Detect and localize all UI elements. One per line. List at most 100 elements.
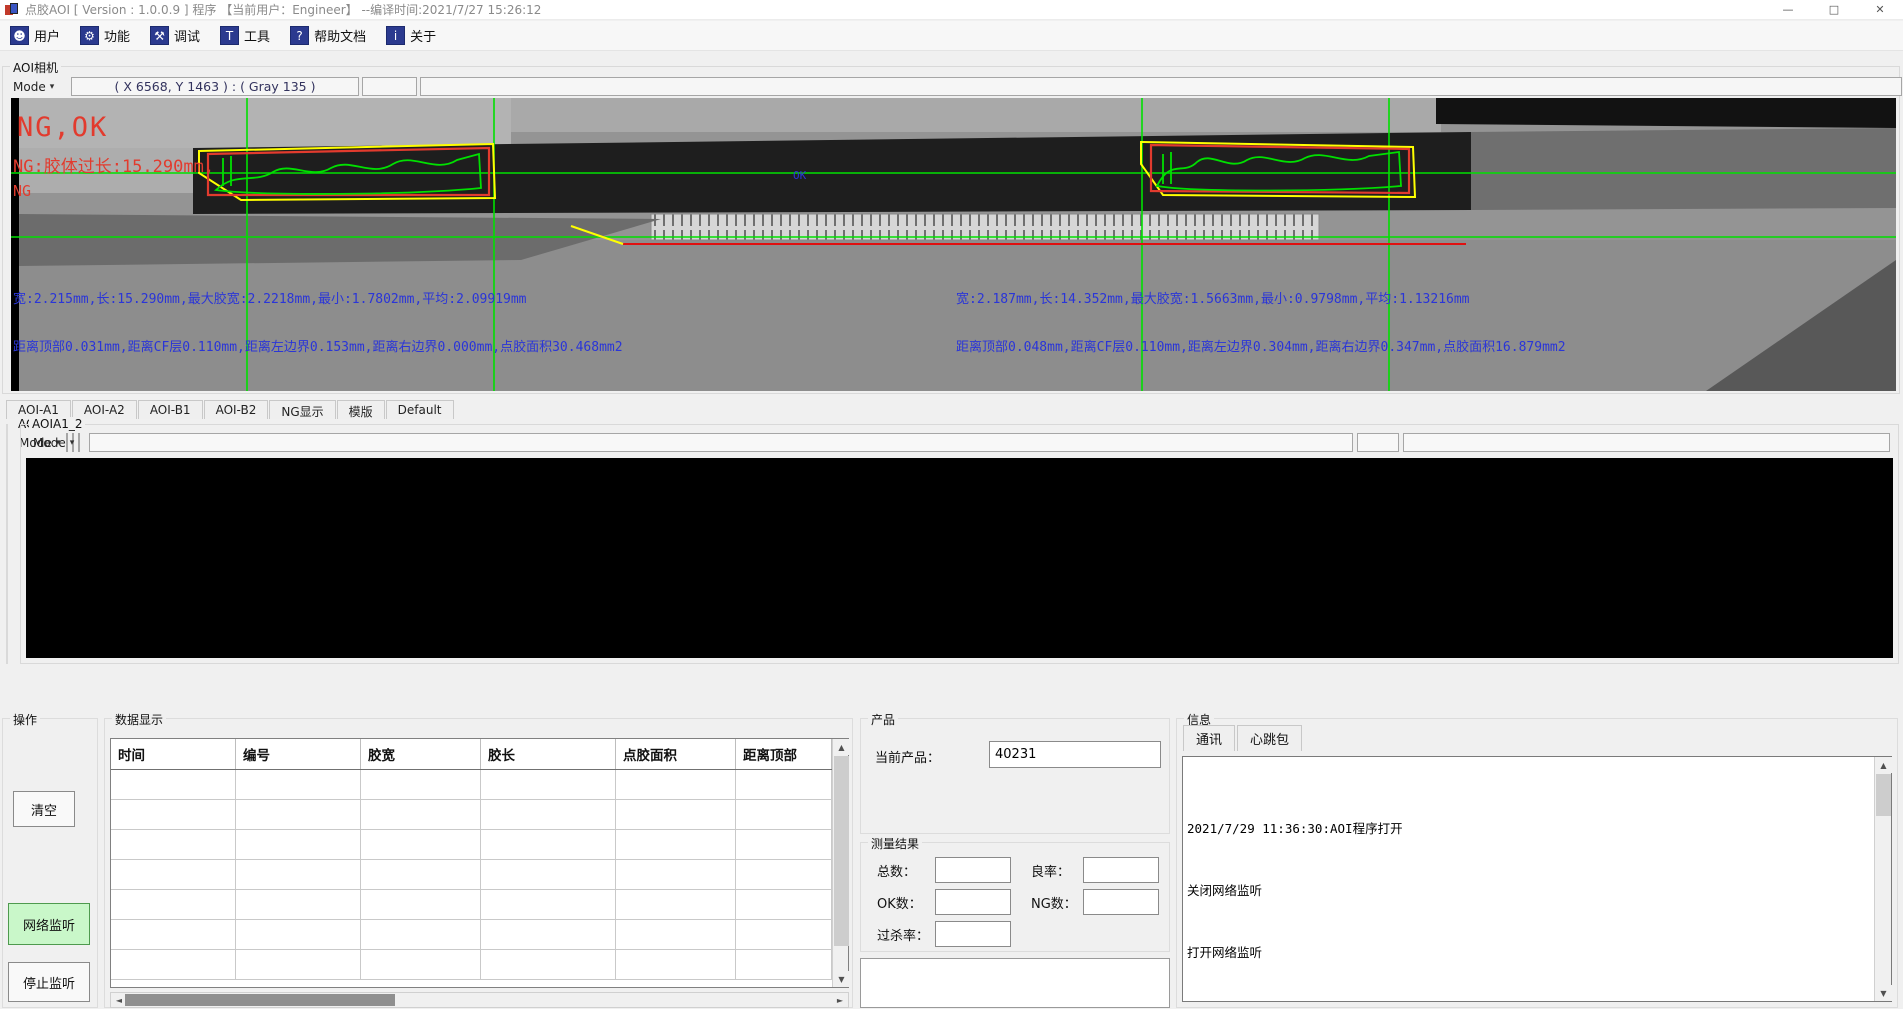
table-row[interactable] [111,920,832,950]
comm-log-panel: 2021/7/29 11:36:30:AOI程序打开 关闭网络监听 打开网络监听… [1182,756,1892,1002]
ok-label-text: OK [793,169,807,182]
toolbar-item[interactable]: ⚙ 功能 [80,26,130,45]
sub-panel-mode-dropdown[interactable]: Mode ▾ [29,433,83,452]
results-group-label: 测量结果 [868,835,922,852]
camera-status-box [420,77,1902,96]
table-row[interactable] [111,890,832,920]
scrollbar-thumb[interactable] [125,994,395,1006]
product-groupbox: 产品 当前产品： [860,718,1170,834]
log-vertical-scrollbar[interactable]: ▲ ▼ [1874,757,1891,1001]
toolbar-item-label: 帮助文档 [314,26,366,45]
camera-coords-display: ( X 6568, Y 1463 ) : ( Gray 135 ) [71,77,359,96]
tab-item[interactable]: AOI-B2 [204,400,269,419]
scroll-down-icon[interactable]: ▼ [833,971,850,987]
table-row[interactable] [111,770,832,800]
tab-item[interactable]: NG显示 [269,400,335,419]
ok-count-field[interactable] [935,889,1011,915]
scroll-up-icon[interactable]: ▲ [833,739,850,755]
toolbar-item[interactable]: T 工具 [220,26,270,45]
scroll-right-icon[interactable]: ► [832,993,848,1007]
total-count-field[interactable] [935,857,1011,883]
camera-mode-dropdown[interactable]: Mode ▾ [9,77,63,96]
toolbar-item-label: 功能 [104,26,130,45]
sub-panel-image-viewport[interactable] [26,458,1893,658]
overkill-rate-row: 过杀率： [877,921,1017,947]
sub-panel-group: AOIA1_2 Mode ▾ [20,424,1899,664]
right-stats-line2: 距离顶部0.048mm,距离CF层0.110mm,距离左边界0.304mm,距离… [956,339,1566,355]
toolbar-item-icon: ☻ [10,26,29,45]
table-header-row: 时间 编号 胶宽 胶长 点胶面积 距离顶部 [111,739,832,770]
tab-item[interactable]: AOI-B1 [138,400,203,419]
log-line: 2021/7/29 11:36:30:AOI程序打开 [1187,821,1870,837]
table-header-cell[interactable]: 时间 [111,739,236,769]
result-text: NG,OK [17,112,108,143]
camera-image-viewport[interactable]: NG,OK NG:胶体过长:15.290mm, NG OK 宽:2.215mm,… [11,98,1896,391]
table-row[interactable] [111,830,832,860]
table-row[interactable] [111,800,832,830]
ng-count-row: NG数： [1031,889,1165,915]
toolbar-item-icon: ⚙ [80,26,99,45]
toolbar-item-label: 关于 [410,26,436,45]
app-icon [5,3,19,17]
info-tab-item[interactable]: 通讯 [1183,725,1235,751]
maximize-icon[interactable]: □ [1811,0,1857,19]
current-product-field[interactable] [989,741,1161,768]
camera-aux-box [362,77,417,96]
product-group-label: 产品 [868,711,898,728]
scroll-up-icon[interactable]: ▲ [1875,757,1892,773]
info-tab-item[interactable]: 心跳包 [1237,725,1302,751]
network-listen-button[interactable]: 网络监听 [8,903,90,945]
toolbar-item[interactable]: ☻ 用户 [10,26,60,45]
photo-ruler-strip [651,214,1319,240]
toolbar-item-label: 工具 [244,26,270,45]
table-horizontal-scrollbar[interactable]: ◄ ► [110,992,849,1008]
table-row[interactable] [111,950,832,980]
log-line: 关闭网络监听 [1187,883,1870,899]
sub-panel-textbox-2[interactable] [1357,433,1399,452]
scrollbar-thumb[interactable] [1876,774,1891,816]
data-display-groupbox: 数据显示 时间 编号 胶宽 胶长 点胶面积 距离顶部 [104,718,853,1008]
close-icon[interactable]: ✕ [1857,0,1903,19]
toolbar-item[interactable]: ? 帮助文档 [290,26,366,45]
sub-panel-label: AOIA1_2 [29,417,85,431]
sub-panel-group: AOIA1_1 Mode ▾ [6,424,8,664]
scrollbar-thumb[interactable] [834,756,849,946]
clear-button[interactable]: 清空 [13,791,75,827]
overkill-rate-field[interactable] [935,921,1011,947]
camera-group-label: AOI相机 [10,59,61,76]
left-stats-line2: 距离顶部0.031mm,距离CF层0.110mm,距离左边界0.153mm,距离… [13,339,623,355]
current-product-label: 当前产品： [875,747,940,766]
ng-count-field[interactable] [1083,889,1159,915]
ng-reason-text: NG:胶体过长:15.290mm, [13,157,214,177]
camera-overlay: NG,OK NG:胶体过长:15.290mm, NG OK 宽:2.215mm,… [11,98,1896,391]
tab-item[interactable]: 模版 [337,400,385,419]
table-header-cell[interactable]: 距离顶部 [736,739,832,769]
sub-panel-textbox-3[interactable] [1403,433,1890,452]
table-header-cell[interactable]: 编号 [236,739,361,769]
minimize-icon[interactable]: — [1765,0,1811,19]
stop-listen-button[interactable]: 停止监听 [8,962,90,1002]
camera-mode-row: Mode ▾ ( X 6568, Y 1463 ) : ( Gray 135 ) [9,77,1902,96]
right-stats-line1: 宽:2.187mm,长:14.352mm,最大胶宽:1.5663mm,最小:0.… [956,291,1470,307]
yield-rate-field[interactable] [1083,857,1159,883]
table-header-cell[interactable]: 点胶面积 [616,739,736,769]
table-header-cell[interactable]: 胶宽 [361,739,481,769]
table-row[interactable] [111,860,832,890]
tab-item[interactable]: Default [386,400,454,419]
main-toolbar: ☻ 用户 ⚙ 功能 ⚒ 调试 T 工具 ? 帮助文档 [0,21,1903,51]
sub-panel-textbox-1[interactable] [89,433,1353,452]
comm-log-text[interactable]: 2021/7/29 11:36:30:AOI程序打开 关闭网络监听 打开网络监听… [1183,757,1874,1001]
info-groupbox: 信息 通讯 心跳包 2021/7/29 11:36:30:AOI程序打开 关闭网… [1176,718,1898,1008]
table-body [111,770,832,980]
app-window: 点胶AOI [ Version : 1.0.0.9 ] 程序 【当前用户：Eng… [0,0,1903,1009]
aoi-tabbar: AOI-A1 AOI-A2 AOI-B1 AOI-B2 NG显示 模版 Defa… [6,398,455,419]
table-vertical-scrollbar[interactable]: ▲ ▼ [832,739,848,987]
scroll-down-icon[interactable]: ▼ [1875,985,1892,1001]
toolbar-item-icon: ? [290,26,309,45]
table-header-cell[interactable]: 胶长 [481,739,616,769]
toolbar-item[interactable]: i 关于 [386,26,436,45]
ng-label-text: NG [13,182,31,200]
toolbar-item[interactable]: ⚒ 调试 [150,26,200,45]
product-notes-panel [860,958,1170,1008]
operation-group-label: 操作 [10,711,40,728]
